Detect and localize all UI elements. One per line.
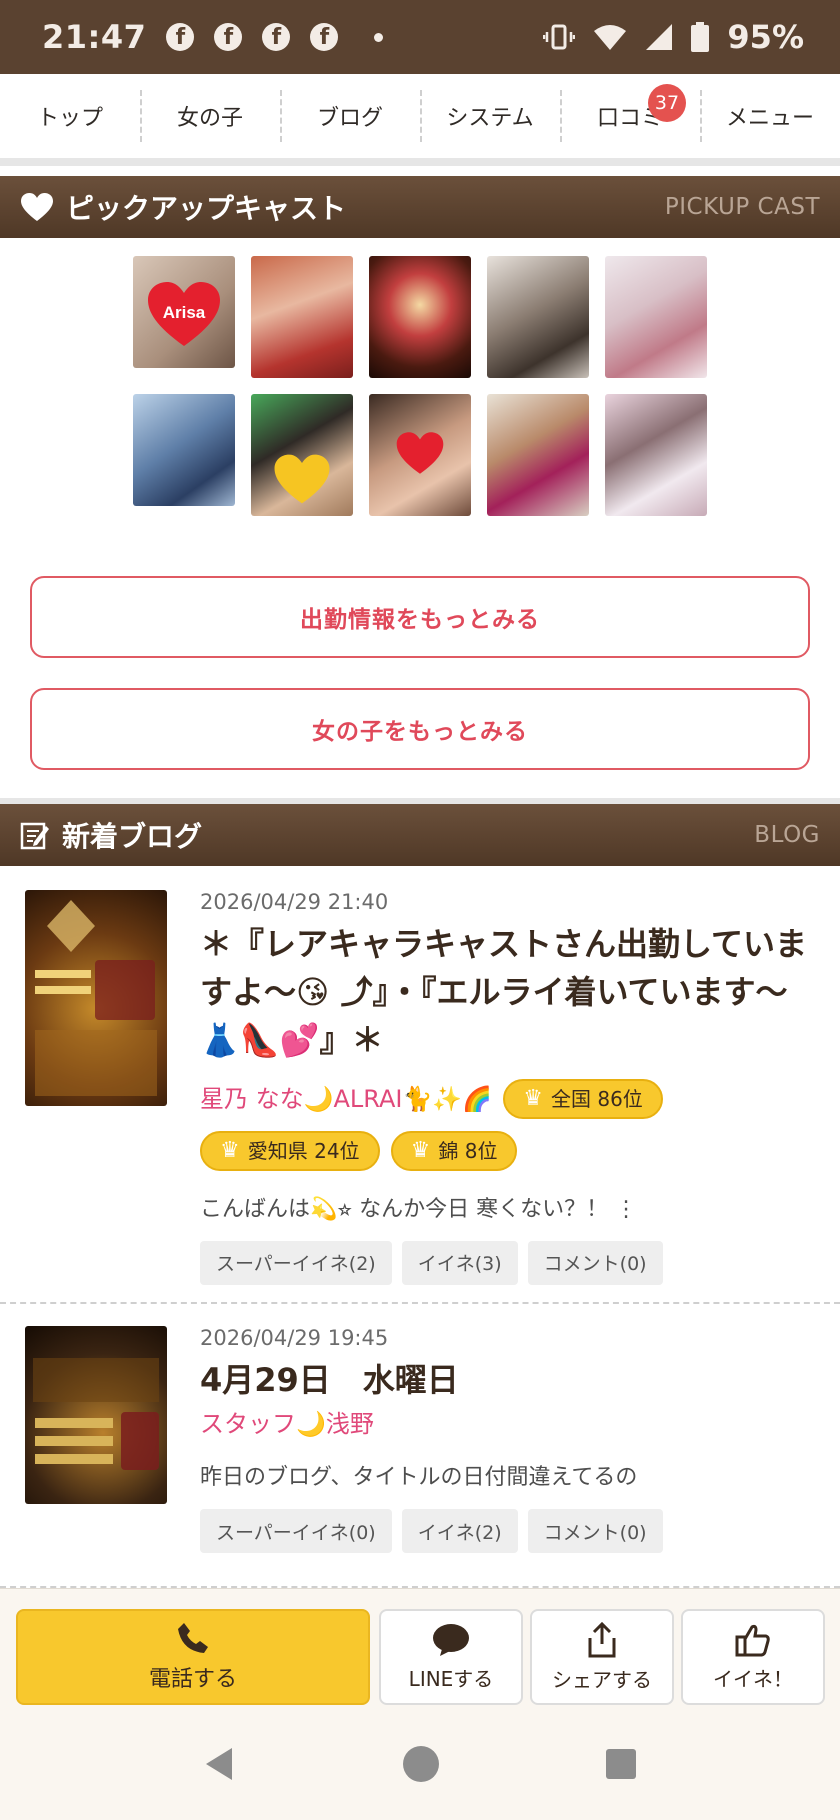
nav-top[interactable]: トップ	[0, 74, 140, 158]
rank-badge-prefecture: ♛ 愛知県 24位	[200, 1131, 380, 1171]
wifi-icon	[594, 25, 627, 50]
nav-reviews[interactable]: 口コミ 37	[560, 74, 700, 158]
crown-icon: ♛	[410, 1138, 431, 1163]
system-nav-bar	[0, 1708, 840, 1820]
line-label: LINEする	[408, 1666, 494, 1691]
pickup-cast-grid: Arisa	[0, 256, 840, 532]
back-icon[interactable]	[202, 1746, 238, 1782]
thumbs-up-icon	[735, 1624, 770, 1656]
share-button[interactable]: シェアする	[530, 1609, 674, 1705]
rank-label: 錦 8位	[438, 1139, 498, 1163]
cast-thumbnail[interactable]	[251, 256, 353, 378]
blog-title: 新着ブログ	[62, 820, 203, 853]
like-button[interactable]: イイネ(2)	[401, 1509, 518, 1553]
nav-label: メニュー	[725, 106, 814, 131]
nav-girls[interactable]: 女の子	[140, 74, 280, 158]
status-bar: 21:47 f f f f 95%	[0, 0, 840, 74]
rank-badge-area: ♛ 錦 8位	[390, 1131, 518, 1171]
post-excerpt: こんばんは💫⭐︎ なんか今日 寒くない？！ ⋮	[200, 1196, 638, 1222]
post-excerpt: 昨日のブログ、タイトルの日付間違えてるの	[200, 1465, 638, 1490]
more-schedule-label: 出勤情報をもっとみる	[300, 607, 540, 633]
comment-button[interactable]: コメント(0)	[527, 1240, 663, 1285]
cast-thumbnail[interactable]	[487, 394, 589, 516]
chat-bubble-icon	[433, 1623, 469, 1656]
pickup-title: ピックアップキャスト	[66, 192, 347, 225]
blog-post[interactable]: 2026/04/29 21:40 ＊『レアキャラキャストさん出勤していますよ〜😘…	[200, 890, 820, 1285]
share-icon	[588, 1621, 616, 1657]
battery-icon	[691, 22, 710, 52]
post-author[interactable]: スタッフ🌙浅野	[200, 1404, 374, 1439]
like-button[interactable]: イイネ(3)	[401, 1240, 518, 1285]
phone-icon	[178, 1623, 208, 1653]
pickup-section-header: ピックアップキャスト PICKUP CAST	[0, 176, 840, 238]
golden-coupon-graphic	[33, 1358, 159, 1470]
recents-icon[interactable]	[604, 1747, 638, 1781]
post-author[interactable]: 星乃 なな🌙ALRAI🐈✨🌈	[200, 1073, 492, 1125]
line-button[interactable]: LINEする	[379, 1609, 523, 1705]
facebook-icon: f	[214, 23, 243, 51]
like-page-button[interactable]: イイネ！	[681, 1609, 825, 1705]
comment-button[interactable]: コメント(0)	[527, 1509, 663, 1553]
cast-thumbnail[interactable]	[605, 394, 707, 516]
pickup-title-en: PICKUP CAST	[664, 194, 820, 220]
facebook-icon: f	[262, 23, 291, 51]
cast-thumbnail[interactable]	[487, 256, 589, 378]
heart-cover-icon: Arisa	[148, 282, 220, 347]
top-nav: トップ 女の子 ブログ システム 口コミ 37 メニュー	[0, 74, 840, 166]
blog-post-thumbnail[interactable]	[25, 890, 167, 1106]
battery-level: 95%	[727, 18, 804, 56]
rank-badge-national: ♛ 全国 86位	[503, 1078, 663, 1119]
more-girls-button[interactable]: 女の子をもっとみる	[30, 688, 810, 770]
super-like-button[interactable]: スーパーイイネ(2)	[200, 1240, 392, 1285]
vibrate-icon	[543, 24, 576, 50]
post-date: 2026/04/29 21:40	[200, 890, 389, 914]
cast-thumbnail[interactable]	[369, 256, 471, 378]
blog-section-header: 新着ブログ BLOG	[0, 804, 840, 866]
facebook-icon: f	[310, 23, 339, 51]
rank-label: 愛知県 24位	[247, 1139, 360, 1163]
signal-icon	[646, 24, 673, 50]
heart-cover-icon	[396, 431, 444, 474]
heart-icon	[21, 193, 53, 221]
cast-thumbnail[interactable]	[605, 256, 707, 378]
clock: 21:47	[42, 18, 147, 56]
nav-system[interactable]: システム	[420, 74, 560, 158]
nav-label: トップ	[36, 106, 103, 131]
nav-blog[interactable]: ブログ	[280, 74, 420, 158]
call-label: 電話する	[148, 1667, 237, 1692]
reviews-count-badge: 37	[648, 84, 686, 122]
more-girls-label: 女の子をもっとみる	[312, 719, 528, 745]
nav-label: ブログ	[316, 106, 383, 131]
edit-note-icon	[20, 822, 49, 850]
crown-icon: ♛	[220, 1138, 240, 1163]
nav-label: システム	[446, 106, 534, 131]
cast-thumbnail[interactable]	[133, 394, 235, 506]
nav-label: 女の子	[176, 106, 243, 131]
post-date: 2026/04/29 19:45	[200, 1326, 389, 1350]
crown-icon: ♛	[523, 1085, 543, 1111]
golden-coupon-graphic	[35, 900, 157, 1096]
facebook-icon: f	[166, 23, 195, 51]
post-title[interactable]: 4月29日 水曜日	[200, 1356, 820, 1404]
blog-post[interactable]: 2026/04/29 19:45 4月29日 水曜日 スタッフ🌙浅野 昨日のブロ…	[200, 1326, 820, 1553]
more-notifications-dot	[374, 32, 384, 42]
cast-thumbnail[interactable]	[369, 394, 471, 516]
cast-thumbnail[interactable]: Arisa	[133, 256, 235, 368]
cast-name-label: Arisa	[163, 303, 206, 322]
post-divider	[0, 1302, 840, 1304]
more-schedule-button[interactable]: 出勤情報をもっとみる	[30, 576, 810, 658]
cast-thumbnail[interactable]	[251, 394, 353, 516]
share-label: シェアする	[552, 1667, 652, 1692]
call-button[interactable]: 電話する	[16, 1609, 370, 1705]
post-title[interactable]: ＊『レアキャラキャストさん出勤していますよ〜😘 ⤴︎』・『エルライ着いています〜…	[200, 920, 820, 1064]
nav-menu[interactable]: メニュー	[700, 74, 840, 158]
bottom-action-bar: 電話する LINEする シェアする イイネ！	[0, 1588, 840, 1708]
super-like-button[interactable]: スーパーイイネ(0)	[200, 1509, 392, 1553]
home-icon[interactable]	[402, 1745, 440, 1783]
heart-cover-icon	[274, 454, 330, 504]
blog-title-en: BLOG	[754, 822, 820, 848]
rank-label: 全国 86位	[550, 1086, 643, 1111]
like-page-label: イイネ！	[713, 1666, 793, 1691]
blog-post-thumbnail[interactable]	[25, 1326, 167, 1504]
